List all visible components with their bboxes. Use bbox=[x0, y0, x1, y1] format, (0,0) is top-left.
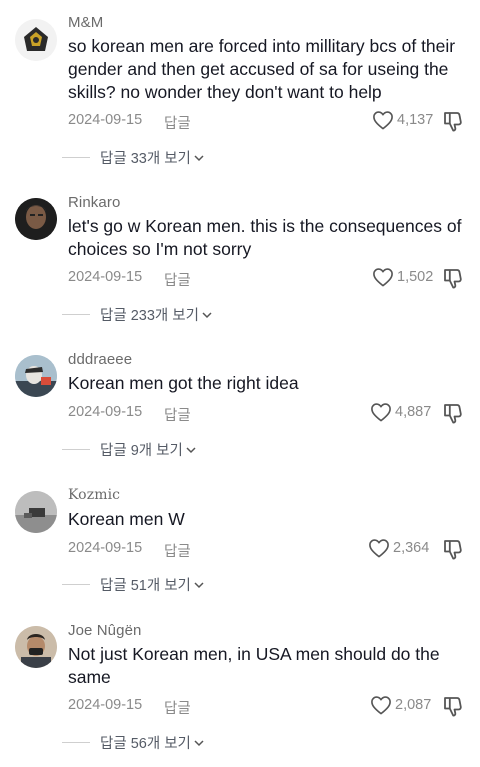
like-count: 1,502 bbox=[397, 269, 434, 285]
heart-outline-icon bbox=[370, 402, 392, 422]
view-replies-button[interactable]: 답글 33개 보기 bbox=[62, 147, 204, 168]
thumbs-down-outline-icon bbox=[442, 540, 466, 564]
like-count: 2,087 bbox=[395, 697, 432, 713]
comment-username[interactable]: Kozmic bbox=[68, 487, 120, 503]
chevron-down-icon bbox=[194, 739, 204, 747]
divider bbox=[62, 314, 90, 315]
comment-date: 2024-09-15 bbox=[68, 540, 143, 556]
comment-username[interactable]: Joe Nûgën bbox=[68, 622, 141, 639]
thumbs-down-outline-icon bbox=[442, 269, 466, 293]
heart-outline-icon bbox=[368, 538, 390, 558]
like-button[interactable]: 4,137 bbox=[372, 110, 433, 130]
heart-outline-icon bbox=[372, 110, 394, 130]
thumbs-down-outline-icon bbox=[442, 112, 466, 136]
view-replies-label: 답글 56개 보기 bbox=[100, 736, 191, 752]
divider bbox=[62, 449, 90, 450]
divider bbox=[62, 742, 90, 743]
chevron-down-icon bbox=[194, 154, 204, 162]
avatar[interactable] bbox=[15, 198, 57, 240]
comment-text: Korean men W bbox=[68, 509, 185, 529]
like-count: 4,137 bbox=[397, 112, 434, 128]
like-count: 4,887 bbox=[395, 404, 432, 420]
dislike-button[interactable] bbox=[442, 695, 466, 722]
comment-username[interactable]: Rinkaro bbox=[68, 194, 120, 211]
comment-date: 2024-09-15 bbox=[68, 697, 143, 713]
like-button[interactable]: 2,087 bbox=[370, 695, 431, 715]
like-count: 2,364 bbox=[393, 540, 430, 556]
comment-text: let's go w Korean men. this is the conse… bbox=[68, 216, 462, 259]
view-replies-button[interactable]: 답글 56개 보기 bbox=[62, 732, 204, 753]
avatar[interactable] bbox=[15, 19, 57, 61]
reply-button[interactable]: 답글 bbox=[164, 404, 191, 425]
like-button[interactable]: 2,364 bbox=[368, 538, 429, 558]
chevron-down-icon bbox=[186, 446, 196, 454]
comment-text: Not just Korean men, in USA men should d… bbox=[68, 644, 440, 687]
reply-button[interactable]: 답글 bbox=[164, 112, 191, 133]
reply-button[interactable]: 답글 bbox=[164, 540, 191, 561]
comment-username[interactable]: M&M bbox=[68, 14, 103, 31]
like-button[interactable]: 4,887 bbox=[370, 402, 431, 422]
dislike-button[interactable] bbox=[442, 267, 466, 294]
heart-outline-icon bbox=[372, 267, 394, 287]
comment-text: Korean men got the right idea bbox=[68, 373, 299, 393]
view-replies-label: 답글 233개 보기 bbox=[100, 308, 199, 324]
divider bbox=[62, 157, 90, 158]
comment-text: so korean men are forced into millitary … bbox=[68, 36, 456, 102]
comment-date: 2024-09-15 bbox=[68, 404, 143, 420]
view-replies-button[interactable]: 답글 233개 보기 bbox=[62, 304, 212, 325]
view-replies-button[interactable]: 답글 9개 보기 bbox=[62, 439, 196, 460]
avatar[interactable] bbox=[15, 626, 57, 668]
dislike-button[interactable] bbox=[442, 402, 466, 429]
divider bbox=[62, 584, 90, 585]
thumbs-down-outline-icon bbox=[442, 697, 466, 721]
view-replies-label: 답글 9개 보기 bbox=[100, 443, 183, 459]
avatar[interactable] bbox=[15, 355, 57, 397]
avatar[interactable] bbox=[15, 491, 57, 533]
comment-date: 2024-09-15 bbox=[68, 112, 143, 128]
comment-date: 2024-09-15 bbox=[68, 269, 143, 285]
reply-button[interactable]: 답글 bbox=[164, 697, 191, 718]
like-button[interactable]: 1,502 bbox=[372, 267, 433, 287]
heart-outline-icon bbox=[370, 695, 392, 715]
view-replies-button[interactable]: 답글 51개 보기 bbox=[62, 574, 204, 595]
dislike-button[interactable] bbox=[442, 110, 466, 137]
view-replies-label: 답글 33개 보기 bbox=[100, 151, 191, 167]
thumbs-down-outline-icon bbox=[442, 404, 466, 428]
chevron-down-icon bbox=[202, 311, 212, 319]
chevron-down-icon bbox=[194, 581, 204, 589]
dislike-button[interactable] bbox=[442, 538, 466, 565]
view-replies-label: 답글 51개 보기 bbox=[100, 578, 191, 594]
reply-button[interactable]: 답글 bbox=[164, 269, 191, 290]
comment-username[interactable]: dddraeee bbox=[68, 351, 132, 368]
